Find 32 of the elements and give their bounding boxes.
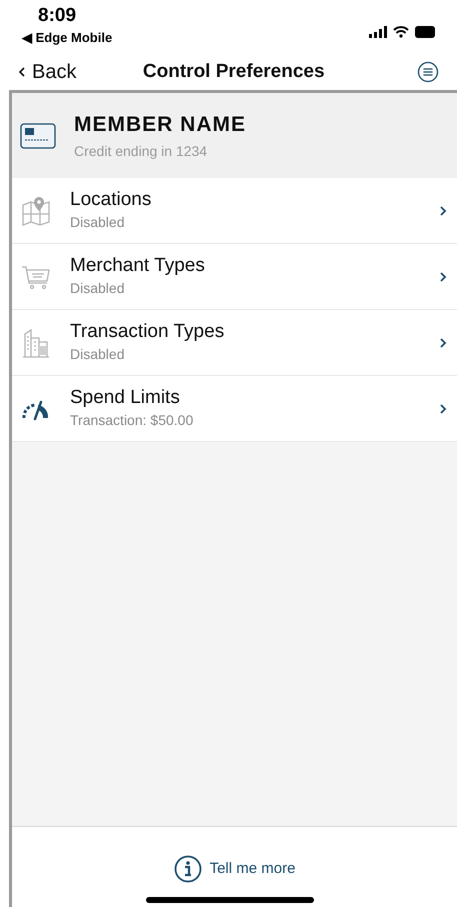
battery-icon xyxy=(415,26,435,38)
chevron-right-icon xyxy=(439,336,447,348)
credit-card-icon xyxy=(20,122,56,148)
row-title: Transaction Types xyxy=(70,320,226,344)
preference-row[interactable]: Locations Disabled xyxy=(12,178,457,244)
signal-icon xyxy=(369,26,387,38)
status-time: 8:09 xyxy=(37,4,76,28)
row-title: Merchant Types xyxy=(70,254,206,278)
building-icon xyxy=(21,328,51,358)
row-status: Disabled xyxy=(70,279,126,298)
tell-me-more-link[interactable]: Tell me more xyxy=(174,855,296,883)
chevron-right-icon xyxy=(439,402,447,414)
preference-row[interactable]: Spend Limits Transaction: $50.00 xyxy=(12,376,457,442)
info-icon xyxy=(174,855,202,883)
row-status: Disabled xyxy=(70,345,126,364)
preference-row[interactable]: Merchant Types Disabled xyxy=(12,244,457,310)
chevron-left-icon xyxy=(18,66,26,78)
row-title: Locations xyxy=(70,188,152,212)
card-subtitle: Credit ending in 1234 xyxy=(74,142,208,161)
map-pin-icon xyxy=(21,196,51,226)
wifi-icon xyxy=(393,26,409,38)
preference-row[interactable]: Transaction Types Disabled xyxy=(12,310,457,376)
page-title: Control Preferences xyxy=(142,60,325,84)
row-status: Transaction: $50.00 xyxy=(70,411,194,430)
back-to-app-link[interactable]: ◀ Edge Mobile xyxy=(22,28,112,48)
menu-icon[interactable] xyxy=(417,61,439,83)
chevron-right-icon xyxy=(439,204,447,216)
row-status: Disabled xyxy=(70,213,126,232)
chevron-right-icon xyxy=(439,270,447,282)
back-button[interactable]: Back xyxy=(18,57,76,87)
member-name: MEMBER NAME xyxy=(74,112,246,138)
row-title: Spend Limits xyxy=(70,386,181,410)
